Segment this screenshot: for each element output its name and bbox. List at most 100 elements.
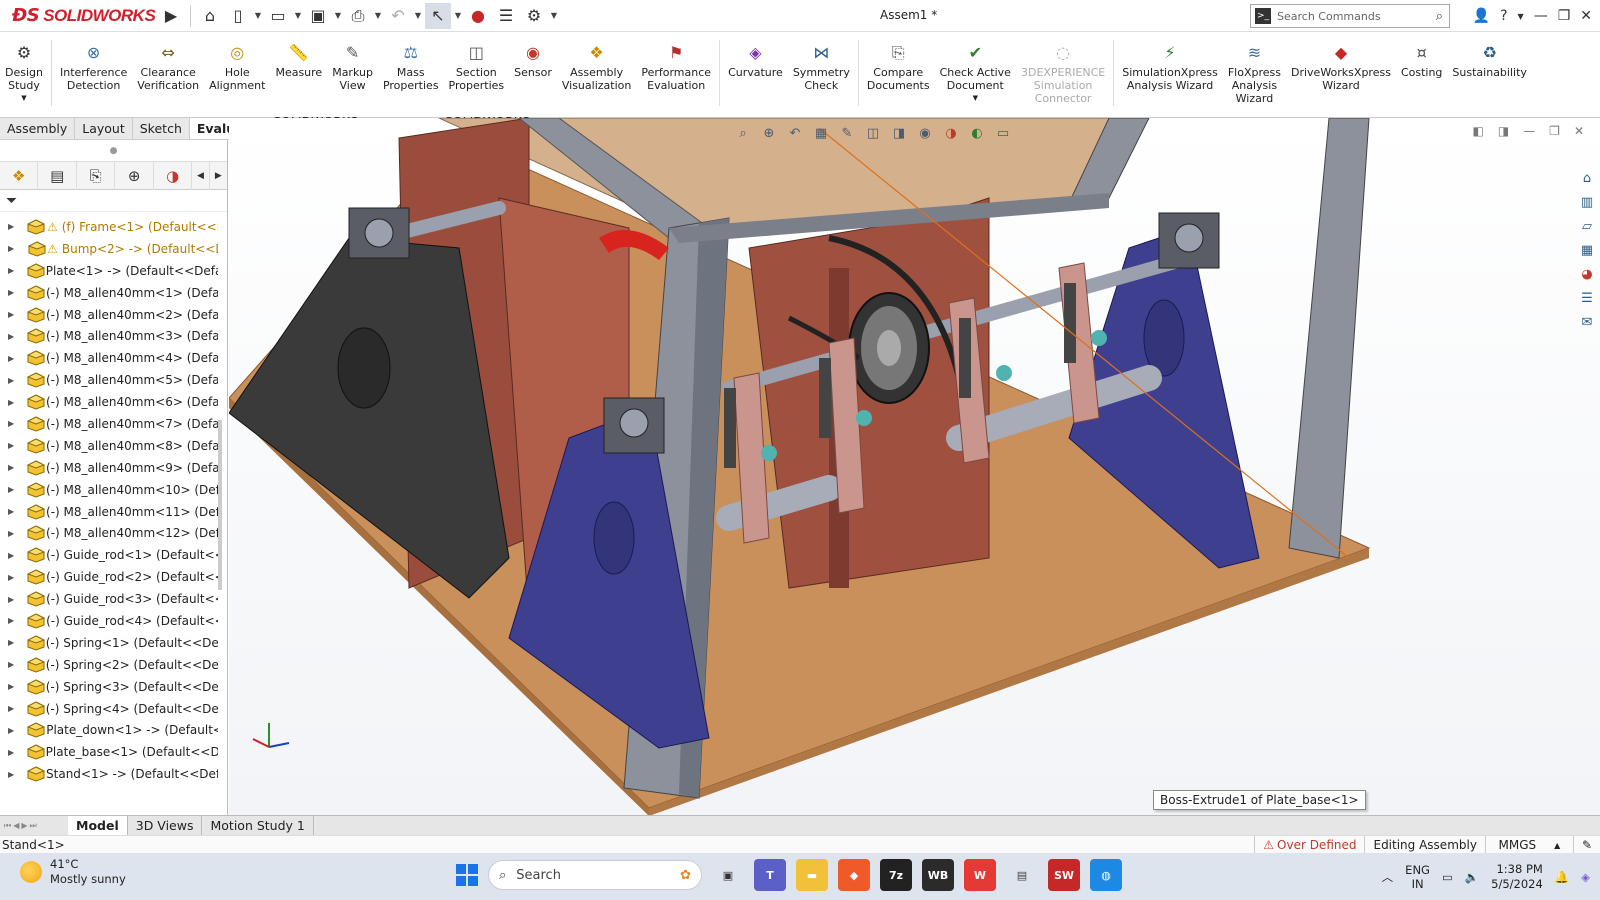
tree-item[interactable]: ▶ (-) Spring<2> (Default<<Defau — [0, 654, 218, 676]
tree-item[interactable]: ▶ (-) M8_allen40mm<9> (Default — [0, 457, 218, 479]
user-icon[interactable]: 👤 — [1473, 8, 1490, 24]
print-caret-icon[interactable]: ▼ — [373, 11, 383, 20]
solidworks-logo[interactable]: ƉS SOLIDWORKS — [0, 0, 158, 32]
expand-arrow-icon[interactable]: ▶ — [0, 682, 14, 691]
file-properties-icon[interactable]: ☰ — [493, 3, 519, 29]
zoom-to-area-icon[interactable]: ⊕ — [760, 124, 778, 142]
file-explorer-app-icon[interactable]: ▬ — [796, 859, 828, 891]
compare-button[interactable]: ⎘ Compare Documents — [862, 40, 935, 92]
next-tab-icon[interactable]: ▶ — [21, 821, 27, 830]
panel-scroll-left-icon[interactable]: ◀ — [192, 161, 210, 190]
bottom-tab-motion-study-1[interactable]: Motion Study 1 — [202, 816, 314, 835]
viewport-restore-icon[interactable]: ❐ — [1549, 124, 1560, 138]
options-gear-icon[interactable]: ⚙ — [521, 3, 547, 29]
tool-caret-icon[interactable]: ▼ — [21, 92, 26, 105]
hole-button[interactable]: ◎ Hole Alignment — [204, 40, 270, 92]
dynamic-annotation-icon[interactable]: ✎ — [838, 124, 856, 142]
curvature-button[interactable]: ◈ Curvature — [723, 40, 788, 79]
undo-icon[interactable]: ↶ — [385, 3, 411, 29]
tree-item[interactable]: ▶ (-) M8_allen40mm<1> (Default — [0, 282, 218, 304]
start-windows-icon[interactable] — [456, 864, 478, 886]
view-orientation-icon[interactable]: ◫ — [864, 124, 882, 142]
globe-app-icon[interactable]: ◍ — [1090, 859, 1122, 891]
expand-arrow-icon[interactable]: ▶ — [0, 266, 14, 275]
clearance-button[interactable]: ⇔ Clearance Verification — [132, 40, 204, 92]
tile-left-icon[interactable]: ◧ — [1472, 124, 1483, 138]
view-settings-icon[interactable]: ▭ — [994, 124, 1012, 142]
bottom-tab-3d-views[interactable]: 3D Views — [128, 816, 203, 835]
appearances-icon[interactable]: ◕ — [1576, 264, 1598, 284]
tree-item[interactable]: ▶ (-) M8_allen40mm<7> (Default — [0, 413, 218, 435]
graphics-viewport[interactable]: ⌕ ⊕ ↶ ▦ ✎ ◫ ◨ ◉ ◑ ◐ ▭ ◧ ◨ — ❐ ✕ ⌂ ▥ ▱ ▦ … — [229, 118, 1600, 815]
undo-caret-icon[interactable]: ▼ — [413, 11, 423, 20]
viewport-close-icon[interactable]: ✕ — [1574, 124, 1584, 138]
workbench-icon[interactable]: WB — [922, 859, 954, 891]
expand-arrow-icon[interactable]: ▶ — [0, 660, 14, 669]
network-icon[interactable]: ▭ — [1442, 870, 1453, 884]
tree-item[interactable]: ▶ (-) M8_allen40mm<11> (Defau — [0, 501, 218, 523]
tree-item[interactable]: ▶ (-) M8_allen40mm<5> (Default — [0, 369, 218, 391]
simxpress-button[interactable]: ⚡ SimulationXpress Analysis Wizard — [1117, 40, 1223, 92]
tree-item[interactable]: ▶ (-) Guide_rod<4> (Default<<D — [0, 610, 218, 632]
driveworks-button[interactable]: ◆ DriveWorksXpress Wizard — [1286, 40, 1396, 92]
forum-icon[interactable]: ✉ — [1576, 312, 1598, 332]
tree-item[interactable]: ▶ (-) Spring<3> (Default<<Defau — [0, 676, 218, 698]
tree-item[interactable]: ▶ (-) Guide_rod<3> (Default<<D — [0, 588, 218, 610]
expand-arrow-icon[interactable]: ▶ — [0, 573, 14, 582]
tree-item[interactable]: ▶ (-) M8_allen40mm<4> (Default — [0, 347, 218, 369]
last-tab-icon[interactable]: ⏭ — [30, 821, 37, 831]
search-icon[interactable]: ⌕ — [1436, 9, 1443, 24]
tree-filter-icon[interactable]: ⏷ — [0, 190, 227, 212]
open-icon[interactable]: ▭ — [265, 3, 291, 29]
select-caret-icon[interactable]: ▼ — [453, 11, 463, 20]
7zip-icon[interactable]: 7z — [880, 859, 912, 891]
hide-show-items-icon[interactable]: ◉ — [916, 124, 934, 142]
quick-tips-icon[interactable]: ✎ — [1572, 836, 1600, 854]
volume-icon[interactable]: 🔈 — [1465, 870, 1479, 884]
language-indicator[interactable]: ENG IN — [1405, 863, 1430, 891]
design-study-button[interactable]: ⚙ Design Study ▼ — [0, 40, 48, 105]
expand-arrow-icon[interactable]: ▶ — [0, 463, 14, 472]
mass-button[interactable]: ⚖ Mass Properties — [378, 40, 444, 92]
copilot-icon[interactable]: ◈ — [1581, 870, 1590, 884]
sensor-button[interactable]: ◉ Sensor — [509, 40, 557, 79]
display-style-icon[interactable]: ◨ — [890, 124, 908, 142]
select-icon[interactable]: ↖ — [425, 2, 451, 29]
viewport-minimize-icon[interactable]: — — [1523, 124, 1535, 138]
task-view-icon[interactable]: ▣ — [712, 859, 744, 891]
connector-button[interactable]: ◌ 3DEXPERIENCE Simulation Connector — [1016, 40, 1110, 105]
tree-item[interactable]: ▶ (-) M8_allen40mm<12> (Defau — [0, 522, 218, 544]
tree-item[interactable]: ▶ Plate<1> -> (Default<<Default — [0, 260, 218, 282]
expand-menu-icon[interactable]: ▶ — [158, 3, 184, 29]
expand-arrow-icon[interactable]: ▶ — [0, 376, 14, 385]
expand-arrow-icon[interactable]: ▶ — [0, 770, 14, 779]
tree-item[interactable]: ▶ (-) M8_allen40mm<6> (Default — [0, 391, 218, 413]
options-caret-icon[interactable]: ▼ — [549, 11, 559, 20]
section-button[interactable]: ◫ Section Properties — [444, 40, 510, 92]
tree-item[interactable]: ▶ (-) Spring<4> (Default<<Defau — [0, 698, 218, 720]
feature-manager-tab-icon[interactable]: ❖ — [0, 161, 39, 190]
section-view-icon[interactable]: ▦ — [812, 124, 830, 142]
expand-arrow-icon[interactable]: ▶ — [0, 551, 14, 560]
expand-arrow-icon[interactable]: ▶ — [0, 398, 14, 407]
tree-item[interactable]: ▶ Plate_base<1> (Default<<Defa — [0, 741, 218, 763]
display-manager-tab-icon[interactable]: ◑ — [154, 161, 193, 190]
tree-item[interactable]: ▶ (-) M8_allen40mm<10> (Defau — [0, 479, 218, 501]
expand-arrow-icon[interactable]: ▶ — [0, 441, 14, 450]
interference-button[interactable]: ⊗ Interference Detection — [55, 40, 132, 92]
tab-assembly[interactable]: Assembly — [0, 118, 76, 139]
expand-arrow-icon[interactable]: ▶ — [0, 507, 14, 516]
units-selector[interactable]: MMGS ▲ — [1484, 836, 1573, 854]
expand-arrow-icon[interactable]: ▶ — [0, 288, 14, 297]
tray-overflow-icon[interactable]: ︿ — [1382, 869, 1394, 885]
zoom-to-fit-icon[interactable]: ⌕ — [734, 124, 752, 142]
tab-sketch[interactable]: Sketch — [133, 118, 190, 139]
save-icon[interactable]: ▣ — [305, 3, 331, 29]
measure-button[interactable]: 📏 Measure — [270, 40, 327, 79]
first-tab-icon[interactable]: ⏮ — [4, 821, 11, 831]
close-icon[interactable]: ✕ — [1580, 8, 1592, 24]
check-doc-button[interactable]: ✔ Check Active Document ▼ — [935, 40, 1016, 105]
costing-button[interactable]: ¤ Costing — [1396, 40, 1447, 79]
new-document-icon[interactable]: ▯ — [225, 3, 251, 29]
save-caret-icon[interactable]: ▼ — [333, 11, 343, 20]
